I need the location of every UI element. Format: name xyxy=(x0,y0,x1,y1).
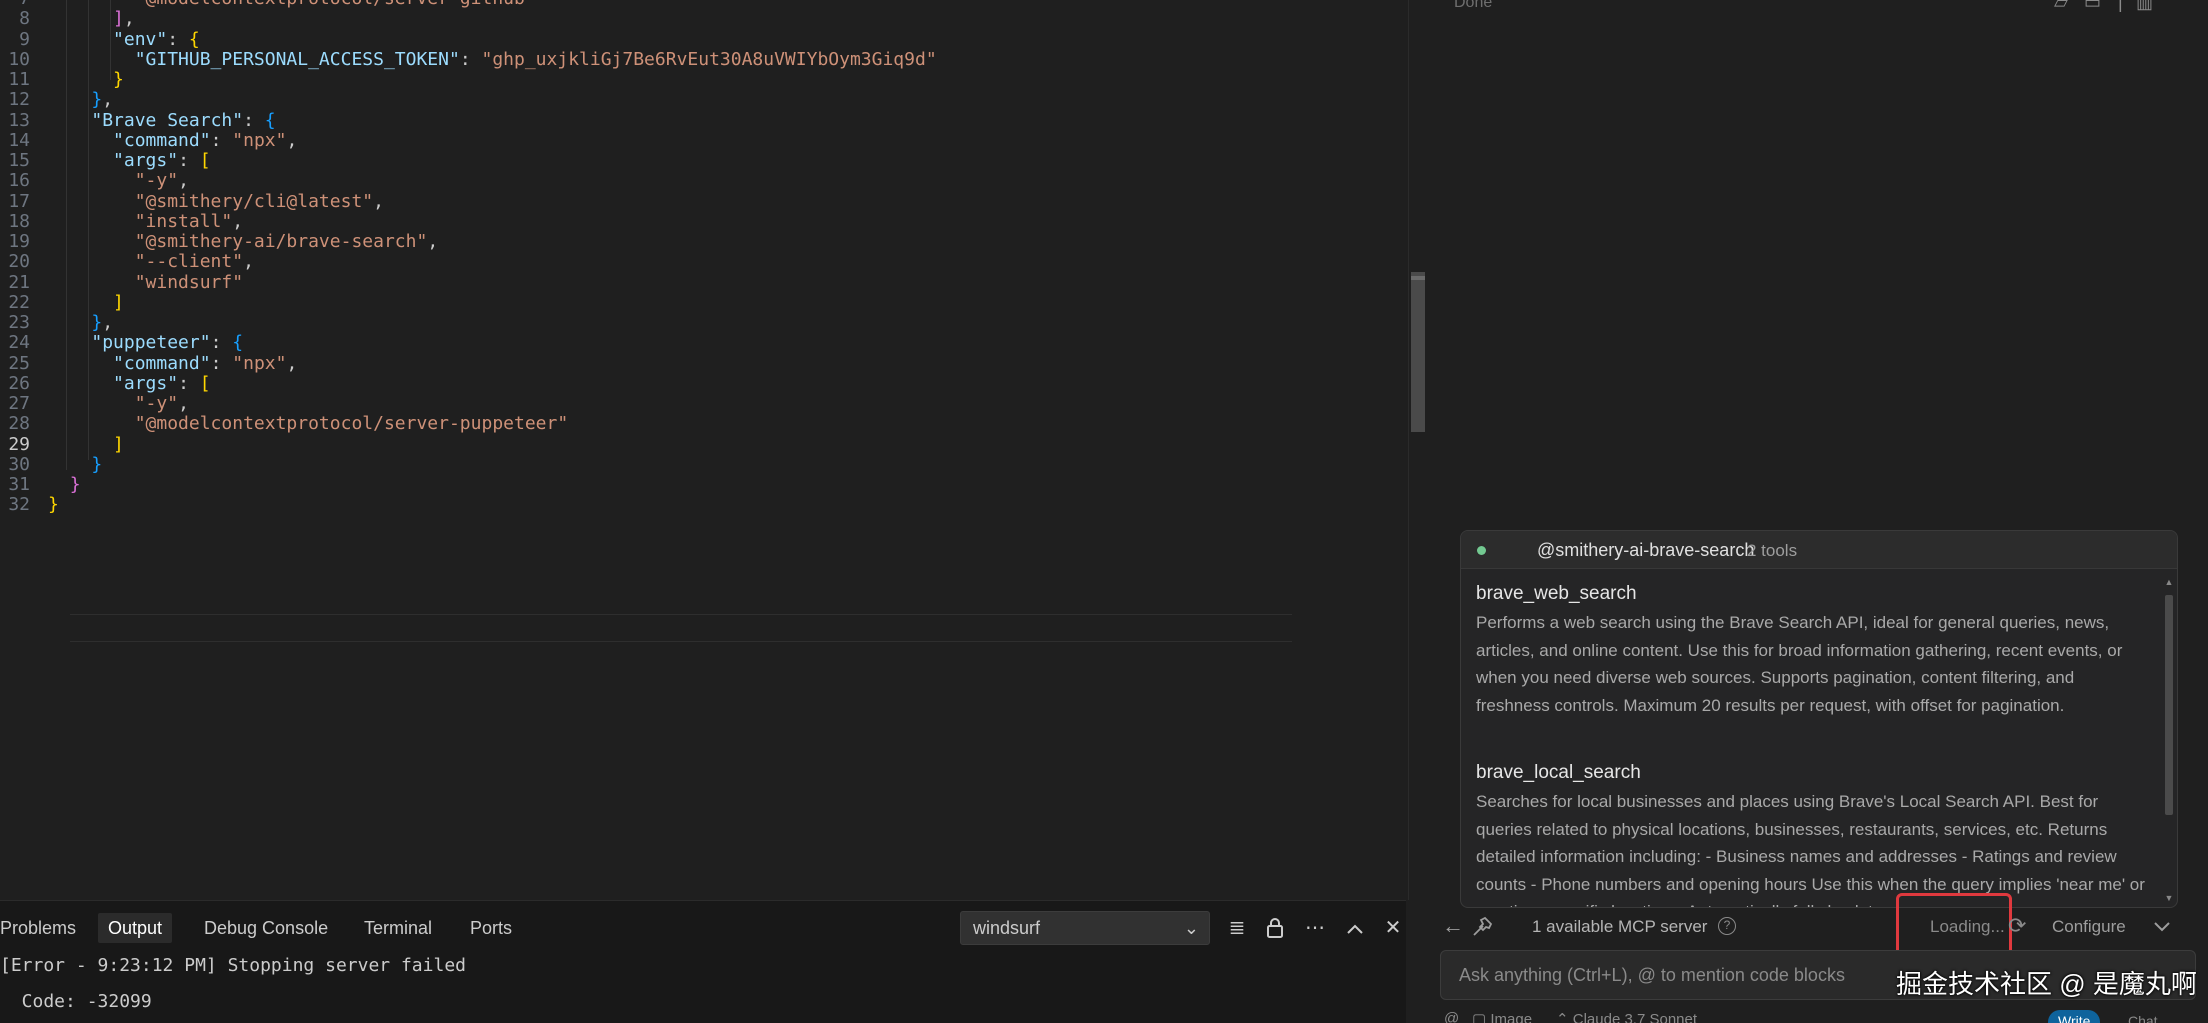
image-button[interactable]: ▢ Image xyxy=(1472,1010,1532,1023)
tab-output[interactable]: Output xyxy=(98,913,173,943)
tab-terminal[interactable]: Terminal xyxy=(354,913,442,943)
help-icon[interactable]: ? xyxy=(1718,917,1736,935)
list-filter-icon[interactable]: ≣ xyxy=(1222,913,1252,943)
arrow-left-icon[interactable]: ← xyxy=(1442,913,1464,939)
status-text: Done xyxy=(1454,0,1493,11)
mcp-card-header[interactable]: @smithery-ai-brave-search 2 tools xyxy=(1461,531,2177,569)
output-line: [Error - 9:23:12 PM] Stopping server fai… xyxy=(0,955,466,976)
configure-button[interactable]: Configure xyxy=(2052,917,2126,937)
chevron-up-icon[interactable] xyxy=(1340,913,1370,943)
model-label: Claude 3.7 Sonnet xyxy=(1572,1011,1698,1023)
output-channel-select[interactable]: windsurf ⌄ xyxy=(960,911,1210,945)
loading-text: Loading... xyxy=(1930,917,2005,936)
divider: | xyxy=(2118,0,2123,12)
more-icon[interactable]: ⋯ xyxy=(1300,913,1330,943)
close-icon[interactable]: ✕ xyxy=(1378,913,1408,943)
tool-list-scrollbar[interactable]: ▲ ▼ xyxy=(2163,577,2175,903)
tool-description: Searches for local businesses and places… xyxy=(1476,792,2145,907)
tool-name: brave_local_search xyxy=(1476,762,1641,783)
code-text: } xyxy=(48,494,59,516)
output-channel-value: windsurf xyxy=(973,918,1041,938)
mcp-server-name: @smithery-ai-brave-search xyxy=(1537,540,1755,560)
editor-scroll-thumb[interactable] xyxy=(1411,272,1425,432)
chat-bottom-bar: @ ▢ Image ⌃ Claude 3.7 Sonnet Write Chat xyxy=(1428,1004,2208,1023)
editor-scrollbar[interactable] xyxy=(1408,0,1426,900)
output-line: Code: -32099 xyxy=(0,991,152,1012)
refresh-icon[interactable]: ⟳ xyxy=(2008,913,2026,939)
tab-ports[interactable]: Ports xyxy=(460,913,522,943)
tab-debug-console[interactable]: Debug Console xyxy=(194,913,338,943)
image-label: Image xyxy=(1490,1011,1533,1023)
line-number: 32 xyxy=(8,494,30,516)
lock-icon[interactable] xyxy=(1260,913,1290,943)
chevron-down-icon[interactable] xyxy=(2154,914,2170,937)
hammer-icon[interactable] xyxy=(1470,913,1494,945)
tool-count: 2 tools xyxy=(1747,541,1798,560)
tool-description: Performs a web search using the Brave Se… xyxy=(1476,613,2123,715)
tab-problems[interactable]: Problems xyxy=(0,913,86,943)
scroll-up-arrow-icon[interactable]: ▲ xyxy=(2163,577,2175,587)
mcp-server-card: @smithery-ai-brave-search 2 tools brave_… xyxy=(1460,530,2178,908)
mcp-server-count[interactable]: 1 available MCP server xyxy=(1532,917,1707,937)
columns-icon[interactable]: ▥ xyxy=(2136,0,2153,13)
current-line-highlight xyxy=(70,614,1292,642)
code-editor[interactable]: 7 "@modelcontextprotocol/server-github"8… xyxy=(0,0,1406,900)
scroll-down-arrow-icon[interactable]: ▼ xyxy=(2163,893,2175,903)
bottom-panel: Problems Output Debug Console Terminal P… xyxy=(0,900,1406,1023)
chevron-down-icon: ⌄ xyxy=(1183,918,1199,938)
chat-mode-button[interactable]: Chat xyxy=(2128,1013,2158,1023)
thumbs-down-icon[interactable]: ▱ xyxy=(2054,0,2068,13)
mention-icon[interactable]: @ xyxy=(1444,1010,1459,1023)
tool-name: brave_web_search xyxy=(1476,583,1637,604)
code-line[interactable]: 32} xyxy=(0,491,1300,519)
tool-list-scroll-thumb[interactable] xyxy=(2165,595,2173,815)
write-mode-button[interactable]: Write xyxy=(2048,1010,2101,1023)
copy-icon[interactable]: ▭ xyxy=(2084,0,2101,13)
tool-list: brave_web_search Performs a web search u… xyxy=(1461,569,2163,907)
status-dot xyxy=(1477,546,1486,555)
watermark: 掘金技术社区 @ 是魔丸啊 xyxy=(1896,969,2197,999)
model-selector[interactable]: ⌃ Claude 3.7 Sonnet xyxy=(1556,1010,1697,1023)
mcp-status-row: ← 1 available MCP server ? Loading... ⟳ … xyxy=(1428,893,2208,963)
chat-panel: Done ▱ ▭ | ▥ @smithery-ai-brave-search 2… xyxy=(1428,0,2208,1023)
